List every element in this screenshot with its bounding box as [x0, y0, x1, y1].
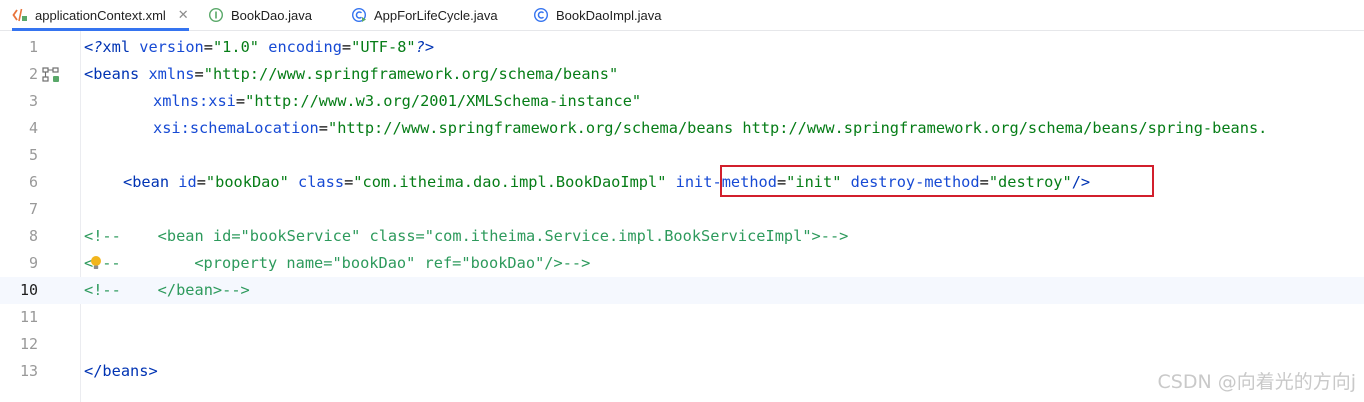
- line-number: 11: [19, 308, 38, 326]
- code-line[interactable]: 1 <?xml version="1.0" encoding="UTF-8"?>: [0, 34, 1364, 61]
- line-number: 13: [19, 362, 38, 380]
- line-content: </beans>: [84, 362, 158, 380]
- line-number: 8: [28, 227, 38, 245]
- code-line[interactable]: 7: [0, 196, 1364, 223]
- code-line[interactable]: 9 < -- <property name="bookDao" ref="book…: [0, 250, 1364, 277]
- line-content: xmlns:xsi="http://www.w3.org/2001/XMLSch…: [153, 92, 642, 110]
- code-line[interactable]: 11: [0, 304, 1364, 331]
- tab-label: BookDaoImpl.java: [556, 7, 662, 23]
- line-number: 4: [28, 119, 38, 137]
- bean-structure-icon[interactable]: [42, 67, 60, 87]
- watermark: CSDN @向着光的方向j: [1157, 371, 1357, 393]
- line-number: 1: [28, 38, 38, 56]
- line-content: < -- <property name="bookDao" ref="bookDa…: [84, 254, 591, 272]
- editor-tab-bar: applicationContext.xml ✕ BookDao.java Ap…: [0, 0, 1364, 31]
- line-number: 7: [28, 200, 38, 218]
- highlight-annotation-box: [720, 165, 1154, 197]
- lightbulb-icon[interactable]: [90, 255, 102, 275]
- line-number: 6: [28, 173, 38, 191]
- code-line[interactable]: 8 <!-- <bean id="bookService" class="com…: [0, 223, 1364, 250]
- tab-label: AppForLifeCycle.java: [374, 7, 498, 23]
- tab-label: BookDao.java: [231, 7, 312, 23]
- code-line[interactable]: 5: [0, 142, 1364, 169]
- code-line-current[interactable]: 10 <!-- </bean>-->: [0, 277, 1364, 304]
- xml-file-icon: [12, 7, 28, 23]
- line-content: <!-- </bean>-->: [84, 281, 250, 299]
- tab-bookdaoimpl-java[interactable]: BookDaoImpl.java: [533, 0, 662, 30]
- line-content: <beans xmlns="http://www.springframework…: [84, 65, 619, 83]
- line-content: <!-- <bean id="bookService" class="com.i…: [84, 227, 849, 245]
- code-editor[interactable]: 1 <?xml version="1.0" encoding="UTF-8"?>…: [0, 31, 1364, 402]
- code-line[interactable]: 3 xmlns:xsi="http://www.w3.org/2001/XMLS…: [0, 88, 1364, 115]
- code-line[interactable]: 2 <beans xmlns="http://www.springframewo…: [0, 61, 1364, 88]
- close-icon[interactable]: ✕: [178, 7, 189, 23]
- line-content: xsi:schemaLocation="http://www.springfra…: [153, 119, 1268, 137]
- line-number: 5: [28, 146, 38, 164]
- tab-appforlifecycle-java[interactable]: AppForLifeCycle.java: [351, 0, 498, 30]
- line-number: 2: [28, 65, 38, 83]
- line-number: 12: [19, 335, 38, 353]
- line-number: 3: [28, 92, 38, 110]
- tab-application-context-xml[interactable]: applicationContext.xml ✕: [12, 0, 189, 31]
- class-run-icon: [351, 7, 367, 23]
- line-number: 9: [28, 254, 38, 272]
- interface-icon: [208, 7, 224, 23]
- class-icon: [533, 7, 549, 23]
- line-number: 10: [19, 281, 38, 299]
- code-line[interactable]: 4 xsi:schemaLocation="http://www.springf…: [0, 115, 1364, 142]
- tab-bookdao-java[interactable]: BookDao.java: [208, 0, 312, 30]
- line-content: <?xml version="1.0" encoding="UTF-8"?>: [84, 38, 435, 56]
- tab-label: applicationContext.xml: [35, 7, 166, 23]
- code-line[interactable]: 12: [0, 331, 1364, 358]
- code-line[interactable]: 6 <bean id="bookDao" class="com.itheima.…: [0, 169, 1364, 196]
